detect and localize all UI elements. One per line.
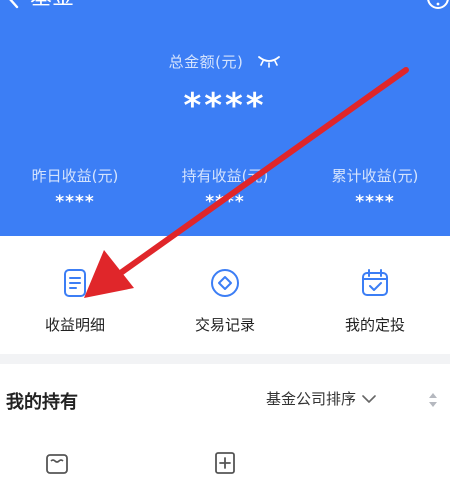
summary-header: 基金 总金额(元) **** 昨日收益(元) **** 持有收益(元) **** — [0, 0, 450, 236]
stat-label: 昨日收益(元) — [31, 167, 119, 185]
diamond-circle-icon — [211, 269, 239, 297]
total-amount-row: 总金额(元) — [0, 50, 450, 72]
action-label: 收益明细 — [44, 316, 105, 334]
stat-yesterday-earnings[interactable]: 昨日收益(元) **** — [0, 166, 150, 212]
help-circle-icon[interactable] — [426, 0, 450, 10]
add-bookmark-icon[interactable] — [212, 450, 238, 476]
stat-label: 持有收益(元) — [181, 167, 269, 185]
chevron-down-icon — [362, 394, 376, 403]
holdings-shortcuts — [0, 440, 450, 477]
chevron-left-icon[interactable] — [2, 0, 26, 10]
calendar-check-icon — [362, 269, 388, 296]
stat-cumulative-earnings[interactable]: 累计收益(元) **** — [300, 166, 450, 212]
action-label: 交易记录 — [194, 316, 255, 334]
document-icon — [64, 269, 86, 297]
page-title: 基金 — [30, 0, 74, 10]
stat-label: 累计收益(元) — [331, 167, 419, 185]
action-label: 我的定投 — [344, 316, 405, 334]
fund-screen: 基金 总金额(元) **** 昨日收益(元) **** 持有收益(元) **** — [0, 0, 450, 477]
sort-order-icon[interactable] — [426, 390, 440, 410]
earnings-detail-button[interactable]: 收益明细 — [0, 236, 150, 354]
total-amount-label: 总金额(元) — [168, 52, 244, 71]
card-icon[interactable] — [44, 450, 70, 476]
stat-value: **** — [205, 192, 245, 212]
quick-actions: 收益明细 交易记录 我的定投 — [0, 236, 450, 354]
sort-select[interactable]: 基金公司排序 — [266, 388, 376, 409]
total-amount-value: **** — [183, 86, 267, 126]
stat-value: **** — [355, 192, 395, 212]
transaction-records-button[interactable]: 交易记录 — [150, 236, 300, 354]
holdings-title: 我的持有 — [6, 392, 78, 413]
section-divider — [0, 354, 450, 364]
sort-select-value: 基金公司排序 — [266, 390, 357, 408]
stat-value: **** — [55, 192, 95, 212]
holdings-header: 我的持有 基金公司排序 — [0, 364, 450, 428]
earnings-stats: 昨日收益(元) **** 持有收益(元) **** 累计收益(元) **** — [0, 166, 450, 212]
eye-closed-icon[interactable] — [257, 54, 281, 68]
my-auto-invest-button[interactable]: 我的定投 — [300, 236, 450, 354]
stat-holding-earnings[interactable]: 持有收益(元) **** — [150, 166, 300, 212]
